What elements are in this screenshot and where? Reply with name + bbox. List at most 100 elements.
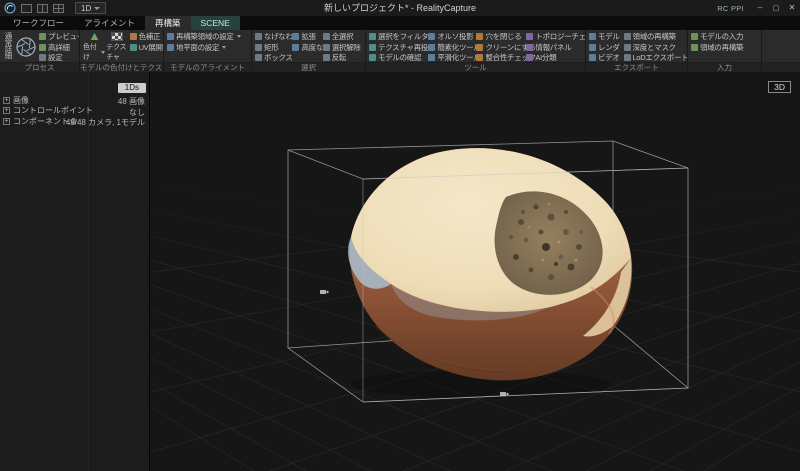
expand-icon[interactable] <box>3 117 10 125</box>
select-all-button[interactable]: 全選択 <box>322 32 359 42</box>
deselect-button[interactable]: 選択解除 <box>322 42 361 53</box>
export-render-button[interactable]: レンダ <box>589 43 621 53</box>
topology-check-button[interactable]: トポロジーチェック <box>526 32 585 42</box>
export-recon-region-label: 領域の再構築 <box>632 32 677 42</box>
group-label-export: エクスポート <box>586 62 687 72</box>
ribbon-filler <box>762 30 800 72</box>
preview-button[interactable]: プレビュー <box>39 32 79 42</box>
simplify-icon <box>428 43 436 51</box>
panel-column-divider <box>88 72 89 471</box>
render-icon <box>589 43 596 51</box>
maximize-button[interactable] <box>768 0 784 16</box>
tree-row-control-points[interactable]: コントロールポイント なし <box>0 106 149 117</box>
export-depth-masks-button[interactable]: 深度とマスク <box>623 43 681 53</box>
lasso-select-button[interactable]: なげなわ <box>255 32 293 42</box>
uv-unwrap-icon <box>129 43 137 51</box>
scene-tree: 画像 48 画像 コントロールポイント なし コンポーネント 0 48/48 カ… <box>0 95 149 127</box>
high-detail-button[interactable]: 高詳細 <box>39 43 73 53</box>
select-all-icon <box>322 33 330 41</box>
smoothing-tool-button[interactable]: 平滑化ツール <box>428 53 481 62</box>
images-label: 画像 <box>13 95 29 105</box>
settings-button[interactable]: 設定 <box>39 53 73 62</box>
inspect-model-button[interactable]: モデルの確認 <box>369 53 425 62</box>
process-mode-vertical-label[interactable]: 通常詳細 <box>3 32 13 62</box>
export-video-label: ビデオ <box>598 53 620 62</box>
import-region-icon <box>691 43 698 51</box>
viewport-3d[interactable]: 3D <box>151 72 800 471</box>
export-video-button[interactable]: ビデオ <box>589 53 621 62</box>
simplify-tool-button[interactable]: 簡素化ツール <box>428 43 481 53</box>
consistency-check-button[interactable]: 整合性チェック <box>476 53 536 62</box>
box-icon <box>255 54 262 62</box>
export-lod-label: LoDエクスポート <box>632 53 687 62</box>
export-recon-region-button[interactable]: 領域の再構築 <box>623 32 681 42</box>
clean-model-button[interactable]: クリーンにする <box>476 43 536 53</box>
expand-icon[interactable] <box>3 107 10 115</box>
minimize-button[interactable] <box>752 0 768 16</box>
layout-single-icon[interactable] <box>21 3 32 13</box>
tab-reconstruction[interactable]: 再構築 <box>145 16 191 30</box>
uv-unwrap-button[interactable]: UV展開 <box>129 43 163 53</box>
clean-icon <box>476 43 484 51</box>
tab-workflow[interactable]: ワークフロー <box>3 16 74 30</box>
export-model-label: モデル <box>598 32 620 42</box>
export-lod-button[interactable]: LoDエクスポート <box>623 53 687 62</box>
component-stats: 48/48 カメラ, 1モデル <box>65 118 145 127</box>
tree-row-images[interactable]: 画像 48 画像 <box>0 95 149 106</box>
filter-selection-button[interactable]: 選択をフィルター <box>369 32 436 42</box>
color-correction-icon <box>129 33 137 41</box>
realitycapture-logo-icon <box>4 2 16 14</box>
deselect-label: 選択解除 <box>331 42 361 52</box>
tab-alignment[interactable]: アライメント <box>74 16 145 30</box>
ribbon-group-model-alignment: 再構築領域の設定 地平面の設定 モデルのアライメント <box>164 30 252 72</box>
rc-ppi-label[interactable]: RC PPI <box>717 4 744 13</box>
grow-selection-button[interactable]: 拡張 <box>292 32 319 42</box>
color-correction-button[interactable]: 色補正 <box>129 32 160 42</box>
close-button[interactable] <box>784 0 800 16</box>
rect-select-button[interactable]: 矩形 <box>255 43 289 53</box>
panel-tab-1ds[interactable]: 1Ds <box>117 83 146 93</box>
viewport-canvas[interactable] <box>151 72 800 471</box>
tab-scene[interactable]: SCENE <box>190 16 240 30</box>
info-panel-button[interactable]: 情報パネル <box>526 43 579 53</box>
set-ground-plane-button[interactable]: 地平面の設定 <box>167 43 241 53</box>
ortho-projection-button[interactable]: オルソ投影 <box>428 32 474 42</box>
advanced-icon <box>292 43 300 51</box>
box-select-button[interactable]: ボックス <box>255 53 293 62</box>
viewport-mode-badge[interactable]: 3D <box>768 81 791 93</box>
colorize-label: 色付け <box>83 44 97 61</box>
layout-split-icon[interactable] <box>37 3 48 13</box>
start-reconstruction-button[interactable] <box>15 32 37 62</box>
import-recon-region-button[interactable]: 領域の再構築 <box>691 42 744 53</box>
title-bar: 1D 新しいプロジェクト* - RealityCapture RC PPI <box>0 0 800 16</box>
colorize-button[interactable]: 色付け <box>83 32 106 62</box>
color-correction-label: 色補正 <box>138 32 161 42</box>
lasso-label: なげなわ <box>264 32 293 42</box>
import-recon-region-label: 領域の再構築 <box>700 42 744 52</box>
tree-row-component-0[interactable]: コンポーネント 0 48/48 カメラ, 1モデル <box>0 116 149 127</box>
invert-selection-button[interactable]: 反転 <box>322 53 359 62</box>
import-model-button[interactable]: モデルの入力 <box>691 32 744 42</box>
ai-classify-button[interactable]: AI分類 <box>526 53 579 62</box>
invert-label: 反転 <box>331 53 347 62</box>
set-reconstruction-region-button[interactable]: 再構築領域の設定 <box>167 32 241 42</box>
close-holes-button[interactable]: 穴を閉じる <box>476 32 523 42</box>
expand-icon[interactable] <box>3 96 10 104</box>
settings-label: 設定 <box>48 53 63 62</box>
box-label: ボックス <box>264 53 293 62</box>
camera-marker[interactable] <box>320 290 329 294</box>
export-model-button[interactable]: モデル <box>589 32 621 42</box>
texture-button[interactable]: テクスチャ <box>106 32 128 62</box>
advanced-selection-button[interactable]: 高度な <box>292 43 323 53</box>
ribbon-group-coloring: 色付け テクスチャ 色補正 UV展開 モデルの色付けとテクスチャ <box>80 30 164 72</box>
chevron-down-icon <box>94 6 101 10</box>
chevron-down-icon <box>236 35 241 39</box>
close-holes-label: 穴を閉じる <box>485 32 522 42</box>
layout-selector-button[interactable]: 1D <box>75 2 107 14</box>
window-title: 新しいプロジェクト* - RealityCapture <box>323 3 477 13</box>
lod-icon <box>623 54 631 62</box>
reproject-texture-button[interactable]: テクスチャ再投影 <box>369 43 436 53</box>
select-all-label: 全選択 <box>331 32 354 42</box>
inspect-model-label: モデルの確認 <box>378 53 422 62</box>
layout-grid-icon[interactable] <box>53 3 64 13</box>
